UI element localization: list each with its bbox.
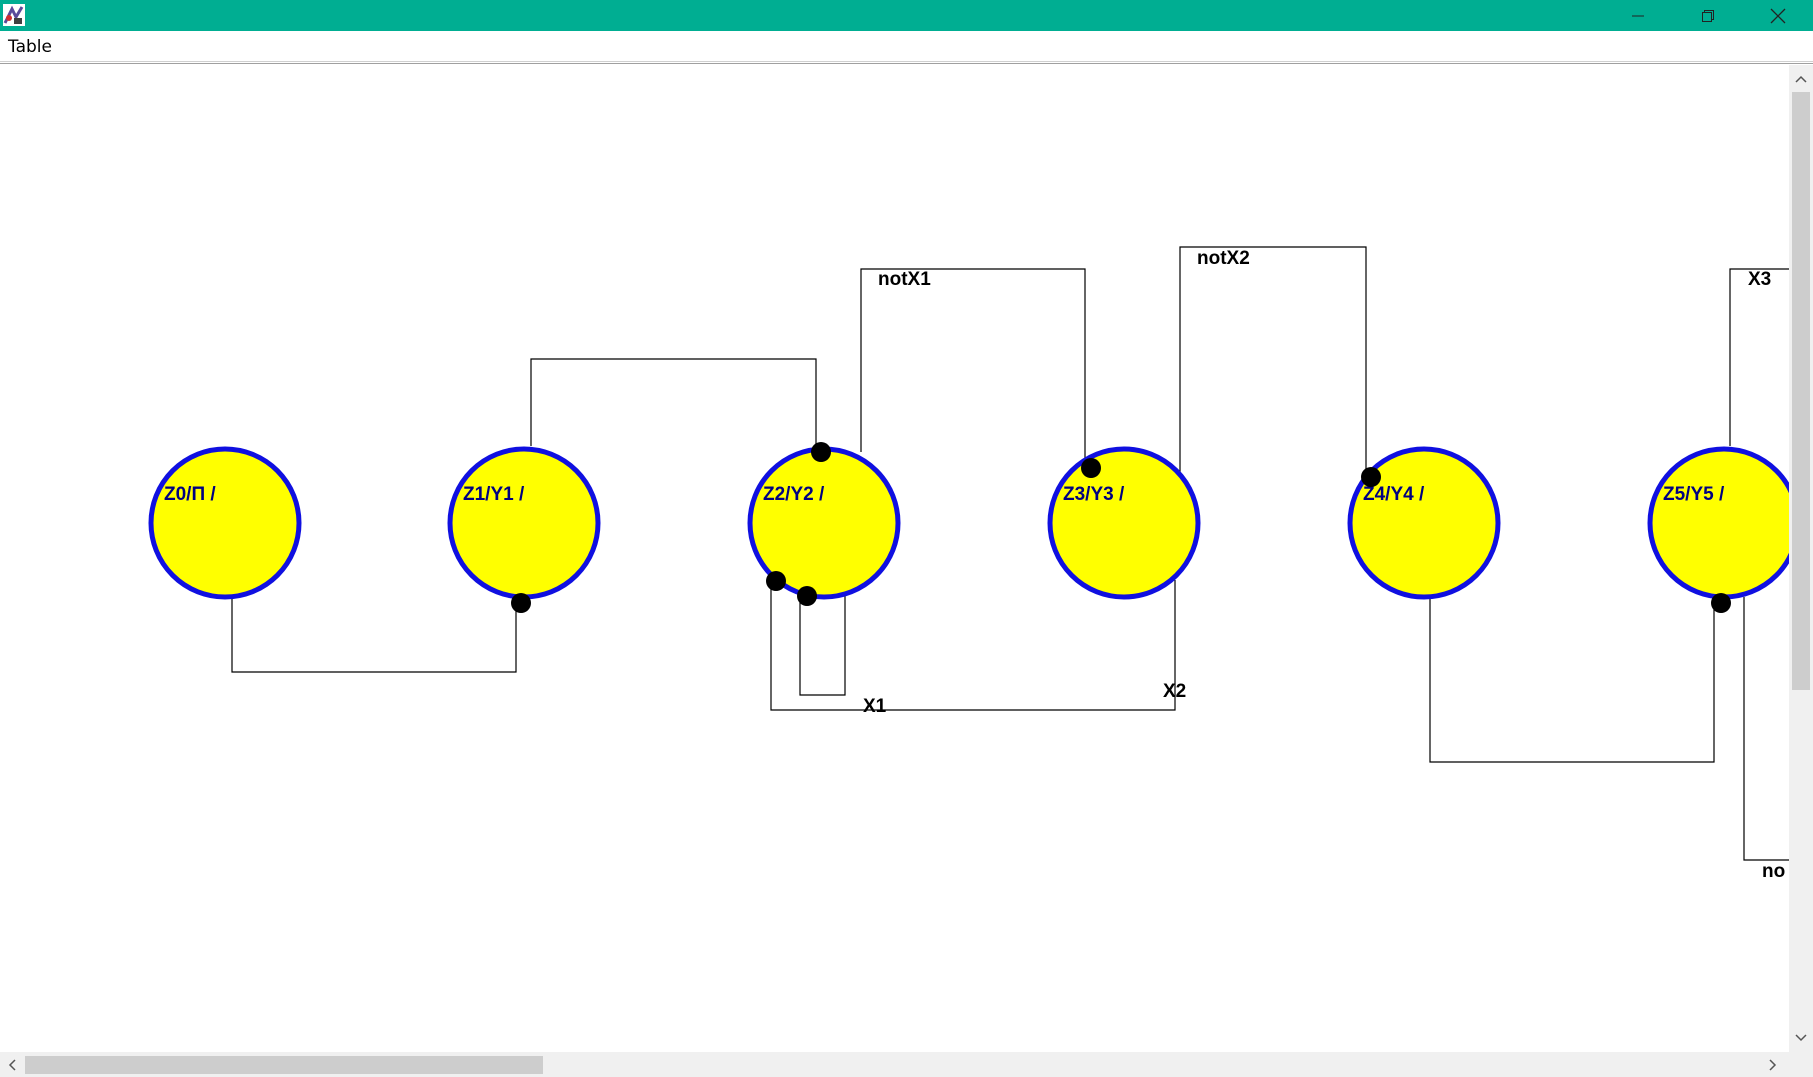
- state-diagram: Z0/П / Z1/Y1 / Z2/Y2 / Z3/Y3 / Z4/Y4 / Z…: [148, 246, 1789, 882]
- state-z0[interactable]: Z0/П /: [148, 446, 302, 600]
- edge-label-no: no: [1762, 861, 1785, 882]
- edge-labels: notX1 notX2 X3 X1 X2 no: [863, 248, 1785, 882]
- state-label: Z1/Y1 /: [463, 484, 525, 505]
- minimize-icon: [1632, 15, 1644, 16]
- connection-dot: [797, 586, 817, 606]
- edge-label-notx1: notX1: [878, 269, 931, 290]
- connection-dot: [1711, 593, 1731, 613]
- edge-z0-z1[interactable]: [231, 597, 517, 673]
- edge-z3-z4-notx2[interactable]: [1179, 246, 1367, 475]
- state-label: Z4/Y4 /: [1363, 484, 1425, 505]
- state-z1[interactable]: Z1/Y1 /: [447, 446, 601, 600]
- edge-z2-self-loop[interactable]: [799, 596, 846, 696]
- chevron-right-icon: [1769, 1059, 1777, 1071]
- edge-z5-out-x3[interactable]: [1729, 268, 1789, 446]
- app-icon[interactable]: [2, 3, 26, 27]
- close-icon: [1770, 8, 1786, 23]
- chevron-up-icon: [1795, 75, 1807, 83]
- connection-dot: [1081, 458, 1101, 478]
- menu-separator: [0, 63, 1813, 64]
- connection-dot: [811, 442, 831, 462]
- connection-dot: [766, 571, 786, 591]
- scrollbar-corner: [1789, 1052, 1813, 1077]
- edge-label-x3: X3: [1748, 269, 1771, 290]
- scroll-left-button[interactable]: [2, 1055, 22, 1075]
- vertical-scrollbar[interactable]: [1789, 65, 1813, 1052]
- state-label: Z5/Y5 /: [1663, 484, 1725, 505]
- state-z5[interactable]: Z5/Y5 /: [1647, 446, 1789, 600]
- menu-item-table[interactable]: Table: [8, 37, 52, 57]
- vertical-scroll-thumb[interactable]: [1792, 92, 1810, 690]
- state-label: Z0/П /: [164, 484, 216, 505]
- diagram-canvas[interactable]: Z0/П / Z1/Y1 / Z2/Y2 / Z3/Y3 / Z4/Y4 / Z…: [0, 65, 1789, 1052]
- restore-icon: [1702, 9, 1714, 22]
- connection-dot: [511, 593, 531, 613]
- edge-z1-z2[interactable]: [530, 358, 817, 452]
- restore-button[interactable]: [1673, 0, 1743, 31]
- scroll-up-button[interactable]: [1791, 69, 1811, 89]
- edge-z4-z5[interactable]: [1429, 597, 1715, 763]
- state-label: Z3/Y3 /: [1063, 484, 1125, 505]
- minimize-button[interactable]: [1603, 0, 1673, 31]
- horizontal-scroll-thumb[interactable]: [25, 1056, 543, 1074]
- chevron-left-icon: [8, 1059, 16, 1071]
- title-bar[interactable]: [0, 0, 1813, 31]
- state-z3[interactable]: Z3/Y3 /: [1047, 446, 1201, 600]
- edge-label-x2: X2: [1163, 681, 1186, 702]
- close-button[interactable]: [1743, 0, 1813, 31]
- app-window: Table Z0/П / Z1/Y1 / Z2/Y2 / Z3/Y3 / Z4/…: [0, 0, 1813, 1077]
- edge-z2-z3-notx1[interactable]: [860, 268, 1086, 467]
- scroll-down-button[interactable]: [1791, 1028, 1811, 1048]
- menu-bar: [0, 31, 1813, 62]
- connection-dot: [1361, 467, 1381, 487]
- state-label: Z2/Y2 /: [763, 484, 825, 505]
- edge-label-notx2: notX2: [1197, 248, 1250, 269]
- chevron-down-icon: [1795, 1034, 1807, 1042]
- edge-label-x1: X1: [863, 696, 887, 717]
- scroll-right-button[interactable]: [1763, 1055, 1783, 1075]
- horizontal-scrollbar[interactable]: [0, 1052, 1789, 1077]
- edge-z5-out-no[interactable]: [1743, 597, 1789, 861]
